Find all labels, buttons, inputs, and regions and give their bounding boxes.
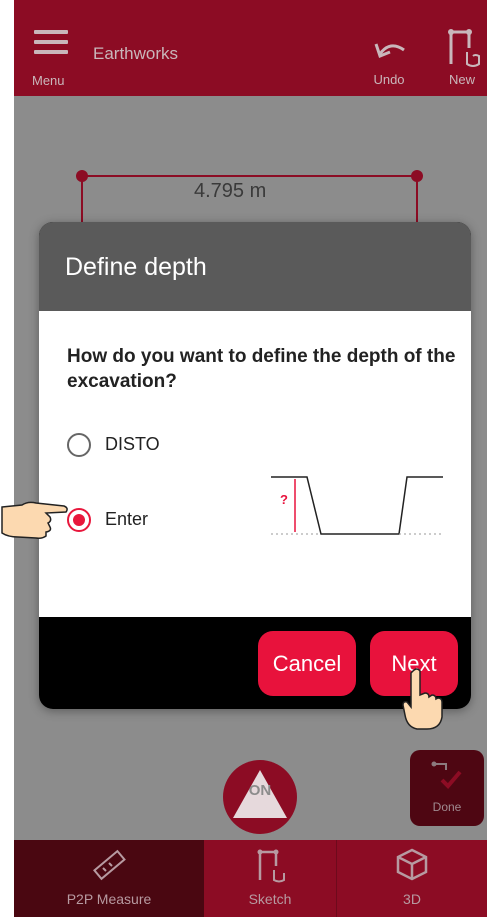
new-button[interactable]: New [439, 24, 485, 90]
on-dist-top-label: ON [248, 782, 272, 799]
tab-p2p-measure[interactable]: P2P Measure [14, 840, 204, 917]
tab-sketch[interactable]: Sketch [204, 840, 337, 917]
tab-3d[interactable]: 3D [337, 840, 487, 917]
dialog-title: Define depth [65, 253, 207, 281]
undo-button[interactable]: Undo [364, 30, 414, 90]
cancel-button[interactable]: Cancel [258, 631, 356, 696]
depth-question-mark: ? [280, 492, 288, 507]
app-header: Menu Earthworks Undo New [14, 0, 487, 96]
cube-icon [396, 848, 428, 881]
sketch-icon [257, 849, 285, 883]
define-depth-dialog: Define depth How do you want to define t… [39, 222, 471, 709]
dialog-question: How do you want to define the depth of t… [67, 346, 456, 392]
tab-label: Sketch [248, 891, 292, 907]
excavation-depth-diagram: ? [271, 476, 443, 535]
radio-disto[interactable] [67, 433, 91, 457]
done-button[interactable]: Done [410, 750, 484, 826]
done-check-icon [431, 761, 462, 789]
tap-hand-icon [402, 668, 443, 730]
on-dist-bottom-label: DIST [242, 802, 278, 819]
undo-label: Undo [373, 72, 405, 87]
dialog-header: Define depth [39, 222, 471, 311]
undo-icon [374, 43, 405, 58]
app-screen: Menu Earthworks Undo New 4.795 m ON DIST… [14, 0, 487, 917]
distance-label: 4.795 m [194, 180, 267, 202]
tab-label: 3D [403, 891, 421, 907]
ruler-icon [93, 849, 126, 881]
option-label[interactable]: DISTO [105, 434, 160, 455]
bottom-tab-bar: P2P Measure Sketch 3D [14, 840, 487, 917]
option-label[interactable]: Enter [105, 509, 148, 530]
page-title: Earthworks [93, 44, 179, 63]
menu-icon[interactable] [34, 30, 68, 56]
new-label: New [448, 72, 475, 87]
menu-label[interactable]: Menu [32, 73, 65, 88]
on-dist-button[interactable]: ON DIST [223, 760, 297, 834]
dialog-body: How do you want to define the depth of t… [39, 311, 471, 617]
done-label: Done [432, 800, 462, 814]
radio-enter[interactable] [67, 508, 91, 532]
tab-label: P2P Measure [66, 891, 152, 907]
pointing-hand-icon [1, 501, 68, 539]
new-sketch-icon [448, 29, 480, 67]
